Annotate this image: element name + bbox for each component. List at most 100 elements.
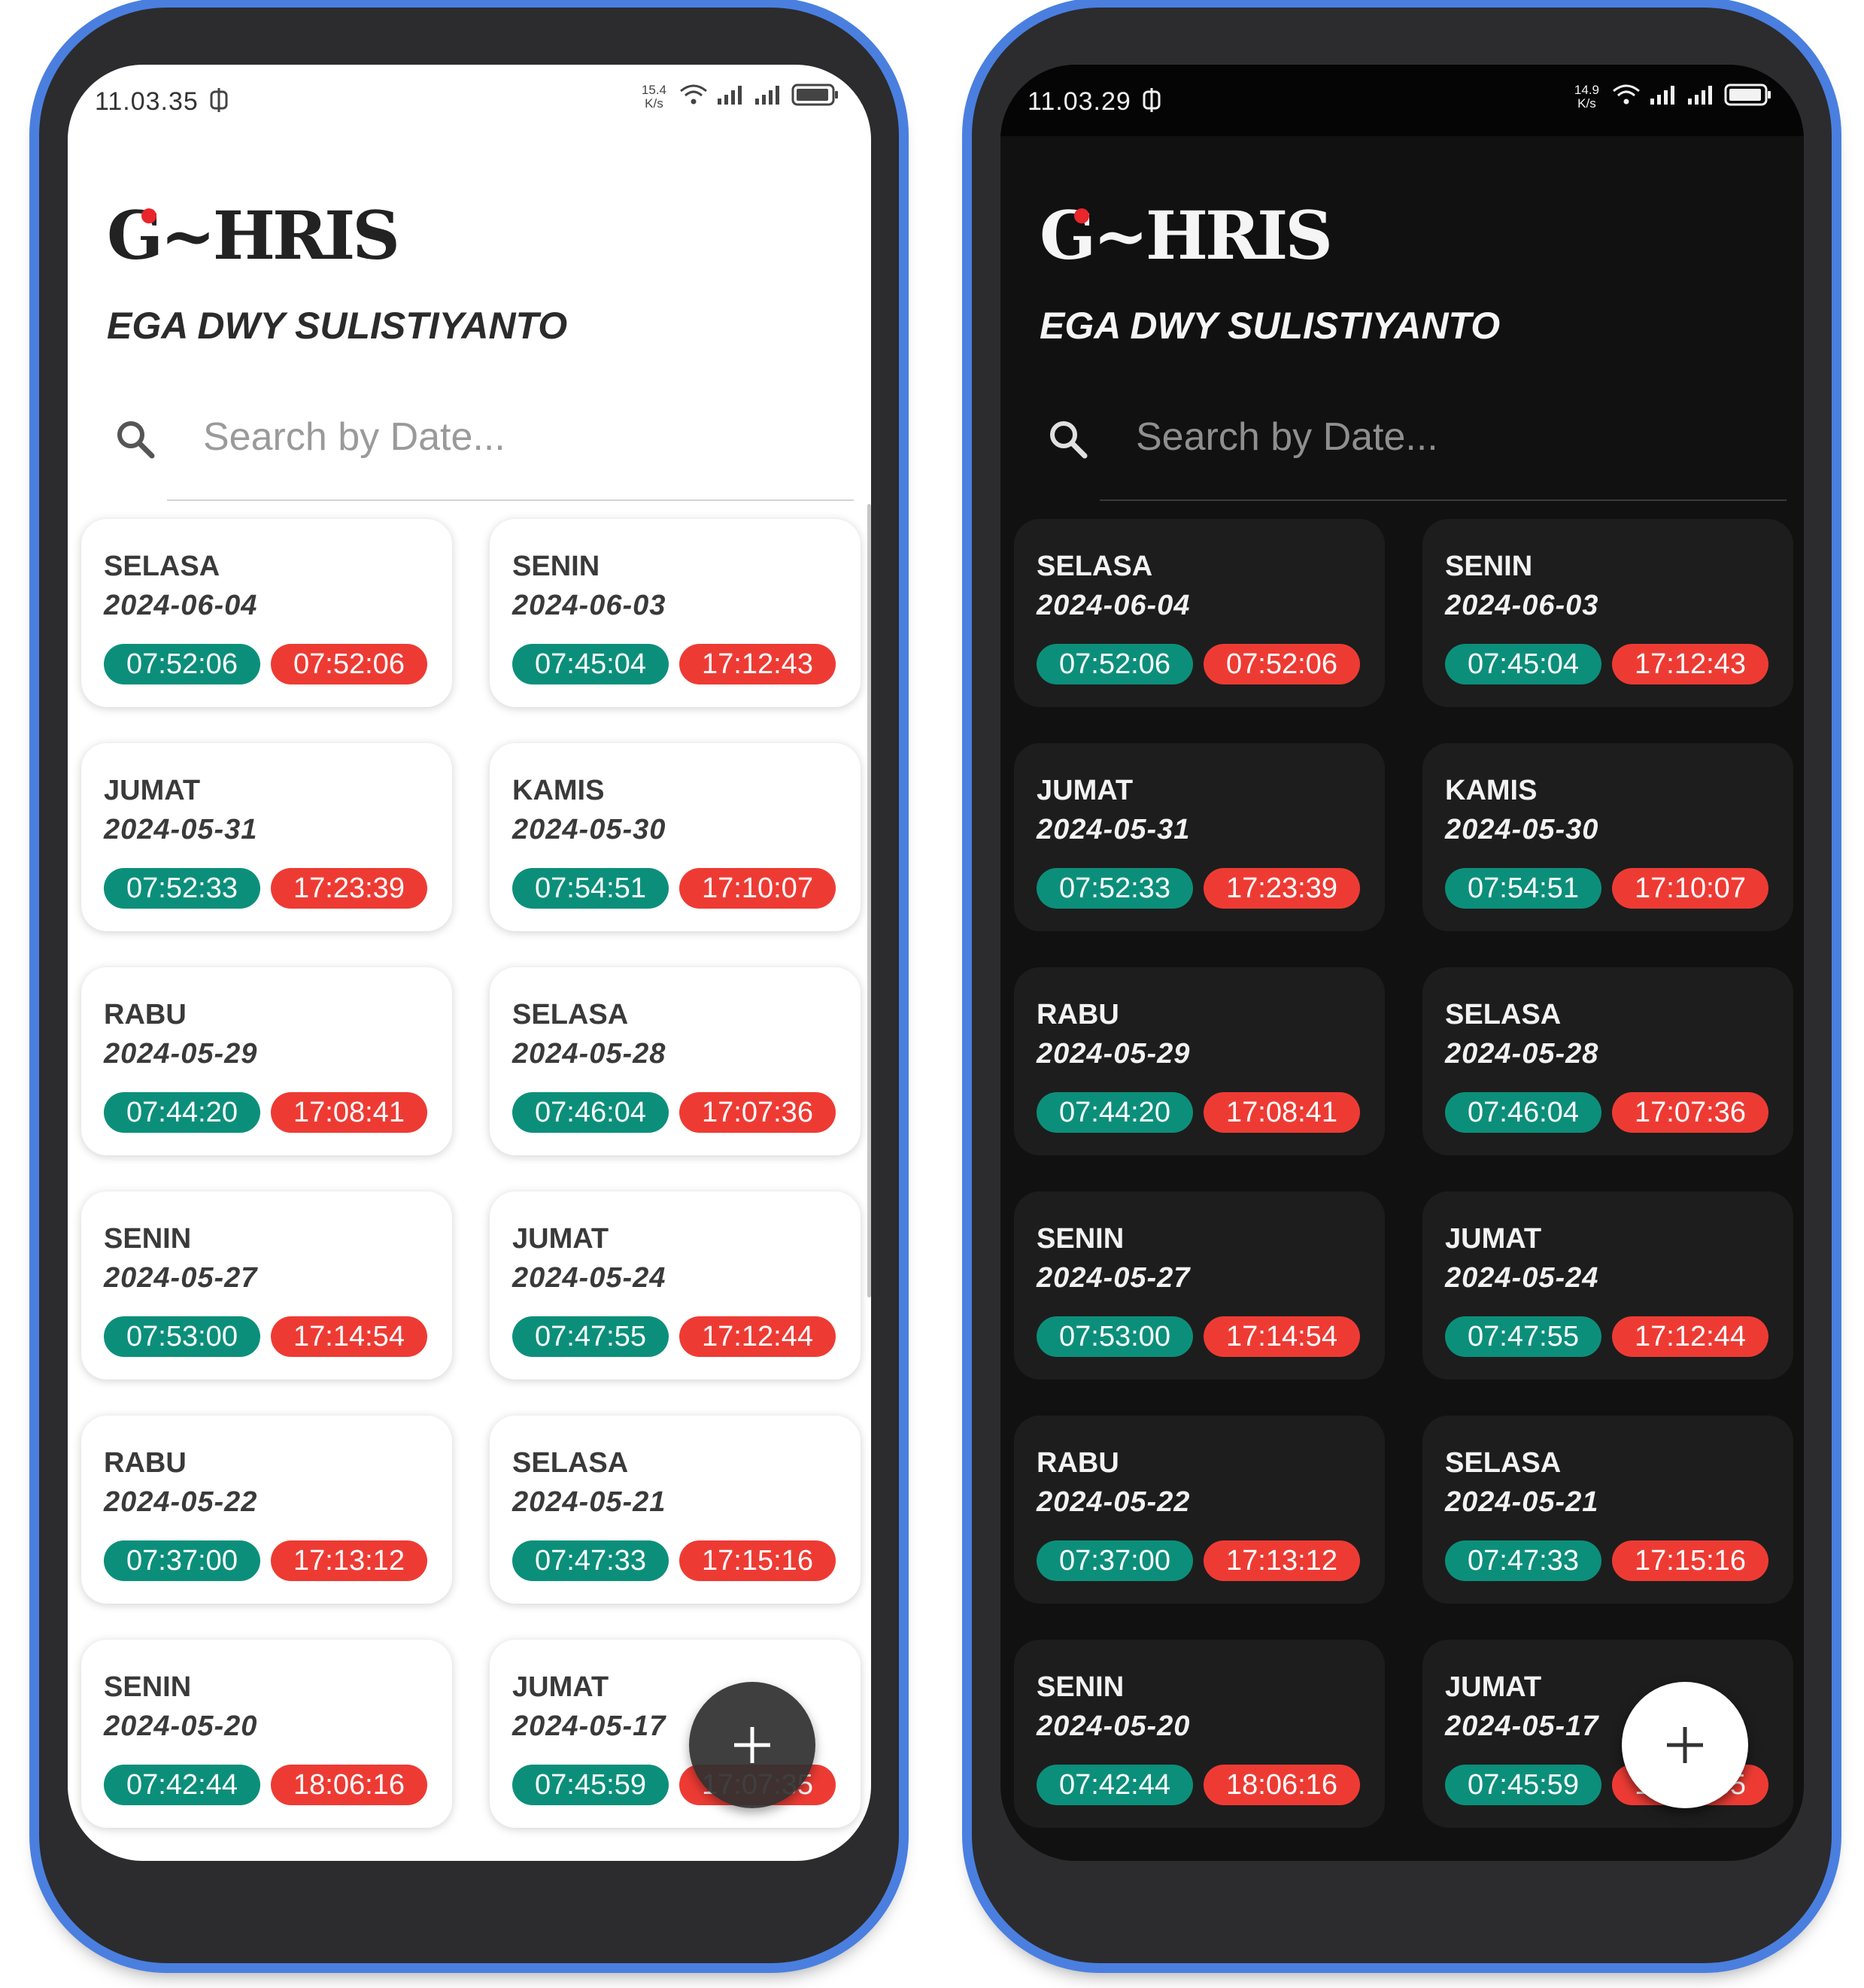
check-out-time: 17:12:44 [679,1316,836,1357]
search-icon [113,417,158,462]
card-date: 2024-05-24 [512,1262,666,1294]
sync-icon [209,87,229,117]
logo-text: ~HRIS [1093,196,1333,275]
attendance-card[interactable]: SELASA 2024-05-28 07:46:04 17:07:36 [490,967,861,1155]
status-bar: 11.03.29 14.9 K/s [1000,65,1804,136]
attendance-card[interactable]: SENIN 2024-05-20 07:42:44 18:06:16 [1014,1640,1385,1828]
card-day: SENIN [104,1223,192,1255]
attendance-card[interactable]: SENIN 2024-05-20 07:42:44 18:06:16 [81,1640,452,1828]
speed-value: 15.4 [641,82,666,97]
card-date: 2024-05-27 [1037,1262,1191,1294]
check-out-time: 17:08:41 [1204,1092,1360,1133]
attendance-card[interactable]: SELASA 2024-06-04 07:52:06 07:52:06 [81,519,452,707]
app-logo: G ~HRIS [1040,196,1333,275]
card-day: JUMAT [1445,1223,1542,1255]
check-in-time: 07:37:00 [104,1540,260,1581]
attendance-card[interactable]: SELASA 2024-06-04 07:52:06 07:52:06 [1014,519,1385,707]
attendance-card[interactable]: KAMIS 2024-05-30 07:54:51 17:10:07 [1422,743,1793,931]
card-day: JUMAT [1037,775,1134,806]
attendance-card[interactable]: SELASA 2024-05-21 07:47:33 17:15:16 [1422,1416,1793,1604]
card-day: SELASA [512,1447,629,1479]
signal-icon [754,83,784,110]
attendance-card[interactable]: JUMAT 2024-05-31 07:52:33 17:23:39 [81,743,452,931]
search-bar[interactable] [1046,396,1783,478]
card-day: JUMAT [1445,1671,1542,1703]
signal-icon [716,83,746,110]
attendance-card[interactable]: JUMAT 2024-05-24 07:47:55 17:12:44 [490,1191,861,1379]
search-underline [1100,499,1787,501]
logo-dot [141,208,156,223]
check-out-time: 17:14:54 [1204,1316,1360,1357]
app-logo: G ~HRIS [107,196,400,275]
card-date: 2024-05-30 [512,814,666,845]
card-date: 2024-05-24 [1445,1262,1599,1294]
attendance-card[interactable]: SENIN 2024-06-03 07:45:04 17:12:43 [1422,519,1793,707]
check-in-time: 07:45:59 [512,1765,669,1805]
app-screen: 11.03.35 15.4 K/s G ~HRIS EGA DWY SULIST… [68,65,871,1861]
add-attendance-button[interactable] [689,1682,815,1808]
speed-unit: K/s [1577,96,1596,111]
card-day: RABU [1037,1447,1119,1479]
check-out-time: 17:14:54 [271,1316,427,1357]
check-in-time: 07:54:51 [1445,868,1601,909]
check-out-time: 17:15:16 [679,1540,836,1581]
card-day: JUMAT [512,1223,609,1255]
card-date: 2024-05-22 [1037,1486,1191,1518]
check-in-time: 07:45:04 [1445,644,1601,684]
logo-letter: G [1040,196,1096,275]
check-in-time: 07:46:04 [512,1092,669,1133]
user-name: EGA DWY SULISTIYANTO [107,305,568,347]
attendance-card[interactable]: RABU 2024-05-22 07:37:00 17:13:12 [81,1416,452,1604]
user-name: EGA DWY SULISTIYANTO [1040,305,1501,347]
logo-letter: G [107,196,163,275]
attendance-card[interactable]: SELASA 2024-05-21 07:47:33 17:15:16 [490,1416,861,1604]
scrollbar[interactable] [867,504,871,1298]
card-day: RABU [104,999,187,1030]
check-out-time: 17:13:12 [1204,1540,1360,1581]
check-out-time: 17:10:07 [679,868,836,909]
card-day: RABU [104,1447,187,1479]
attendance-card[interactable]: SELASA 2024-05-28 07:46:04 17:07:36 [1422,967,1793,1155]
check-in-time: 07:45:59 [1445,1765,1601,1805]
attendance-card[interactable]: JUMAT 2024-05-24 07:47:55 17:12:44 [1422,1191,1793,1379]
attendance-card[interactable]: KAMIS 2024-05-30 07:54:51 17:10:07 [490,743,861,931]
attendance-card[interactable]: SENIN 2024-05-27 07:53:00 17:14:54 [81,1191,452,1379]
check-out-time: 07:52:06 [1204,644,1360,684]
card-date: 2024-05-27 [104,1262,258,1294]
check-in-time: 07:53:00 [1037,1316,1193,1357]
card-date: 2024-05-28 [1445,1038,1599,1070]
search-input[interactable] [1136,403,1783,471]
check-out-time: 07:52:06 [271,644,427,684]
attendance-card[interactable]: RABU 2024-05-22 07:37:00 17:13:12 [1014,1416,1385,1604]
attendance-card[interactable]: SENIN 2024-05-27 07:53:00 17:14:54 [1014,1191,1385,1379]
check-in-time: 07:46:04 [1445,1092,1601,1133]
sync-icon [1142,87,1161,117]
check-out-time: 17:23:39 [271,868,427,909]
add-attendance-button[interactable] [1622,1682,1748,1808]
attendance-card[interactable]: RABU 2024-05-29 07:44:20 17:08:41 [1014,967,1385,1155]
card-day: KAMIS [1445,775,1538,806]
card-date: 2024-05-28 [512,1038,666,1070]
card-date: 2024-06-03 [1445,590,1599,621]
check-in-time: 07:44:20 [104,1092,260,1133]
attendance-card[interactable]: SENIN 2024-06-03 07:45:04 17:12:43 [490,519,861,707]
attendance-card[interactable]: RABU 2024-05-29 07:44:20 17:08:41 [81,967,452,1155]
check-in-time: 07:52:33 [1037,868,1193,909]
attendance-card[interactable]: JUMAT 2024-05-31 07:52:33 17:23:39 [1014,743,1385,931]
check-in-time: 07:52:06 [1037,644,1193,684]
card-date: 2024-05-20 [1037,1710,1191,1742]
wifi-icon [1611,83,1641,110]
check-in-time: 07:47:33 [1445,1540,1601,1581]
check-in-time: 07:44:20 [1037,1092,1193,1133]
phone-light-theme: 11.03.35 15.4 K/s G ~HRIS EGA DWY SULIST… [39,8,899,1963]
signal-icon [1649,83,1679,110]
search-bar[interactable] [113,396,850,478]
card-day: SELASA [1445,999,1562,1030]
card-day: SELASA [104,551,220,582]
card-date: 2024-05-31 [1037,814,1191,845]
card-day: SENIN [1037,1223,1125,1255]
check-out-time: 17:15:16 [1612,1540,1768,1581]
search-input[interactable] [203,403,850,471]
check-out-time: 17:12:44 [1612,1316,1768,1357]
check-in-time: 07:53:00 [104,1316,260,1357]
